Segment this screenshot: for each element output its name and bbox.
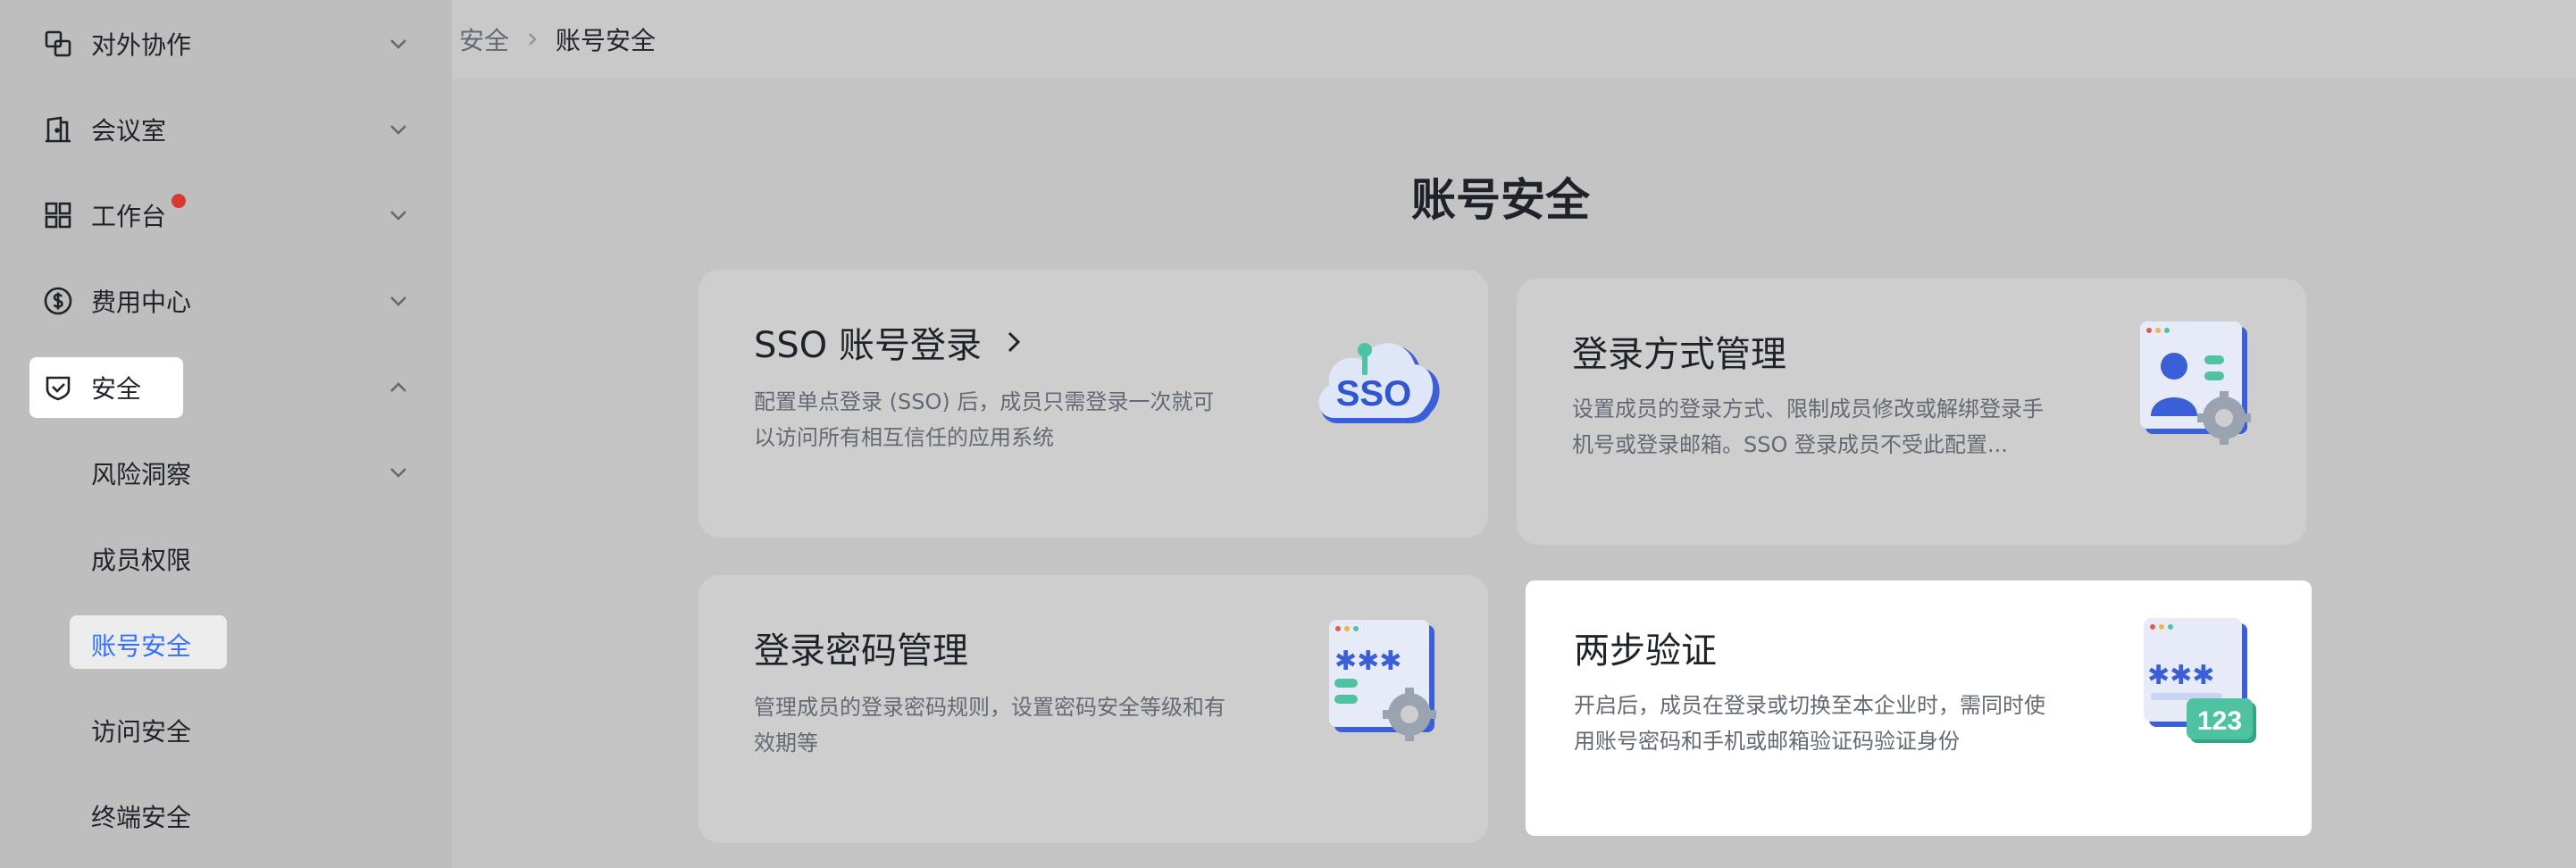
svg-text:SSO: SSO [1336,374,1411,413]
sidebar-item-label: 费用中心 [91,288,192,317]
sidebar: 对外协作 会议室 工作台 费用中心 安全 风险洞察 成员权限 账号安全 访问安全… [0,0,452,868]
card-description: 设置成员的登录方式、限制成员修改或解绑登录手机号或登录邮箱。SSO 登录成员不受… [1572,396,2044,457]
chevron-right-icon [1008,331,1021,353]
sidebar-subitem-account-security[interactable]: 账号安全 [91,627,191,663]
card-title: 登录方式管理 [1572,325,1786,377]
card-description: 配置单点登录 (SSO) 后，成员只需登录一次就可以访问所有相互信任的应用系统 [754,389,1215,450]
chevron-right-icon [523,30,541,48]
sidebar-item-meeting-room[interactable]: 会议室 [30,98,423,161]
sidebar-subitem-endpoint-security[interactable]: 终端安全 [91,798,191,834]
breadcrumb: 安全 账号安全 [459,21,656,57]
sso-cloud-icon: SSO [1318,343,1440,423]
sidebar-subitem-risk-insight[interactable]: 风险洞察 [91,455,191,491]
chevron-down-icon[interactable] [386,460,411,485]
sidebar-subitem-label: 访问安全 [91,717,192,747]
card-title-text: 登录方式管理 [1572,334,1786,375]
sidebar-item-workbench[interactable]: 工作台 [30,184,423,246]
workbench-grid-icon [43,200,73,230]
sidebar-subitem-label: 成员权限 [91,546,192,575]
breadcrumb-current: 账号安全 [556,26,657,55]
card-title: 两步验证 [1574,622,1717,673]
billing-dollar-icon [43,286,73,316]
notification-badge [171,194,186,208]
svg-text:✱✱✱: ✱✱✱ [2147,660,2214,691]
chevron-down-icon[interactable] [386,288,411,313]
card-title: SSO 账号登录 [754,316,1026,368]
two-step-badge-text: 123 [2197,706,2242,736]
sidebar-item-billing[interactable]: 费用中心 [30,270,423,332]
app-frame: 对外协作 会议室 工作台 费用中心 安全 风险洞察 成员权限 账号安全 访问安全… [0,0,2576,868]
chevron-up-icon[interactable] [386,375,411,400]
sidebar-item-external-collab[interactable]: 对外协作 [30,13,423,75]
sidebar-item-label: 对外协作 [91,30,192,60]
login-method-card[interactable]: 登录方式管理 设置成员的登录方式、限制成员修改或解绑登录手机号或登录邮箱。SSO… [1517,279,2306,545]
sidebar-subitem-label: 终端安全 [91,803,192,832]
page-title: 账号安全 [1411,174,1590,226]
card-title-text: 登录密码管理 [754,630,968,672]
card-description: 管理成员的登录密码规则，设置密码安全等级和有效期等 [754,695,1225,755]
sidebar-item-label: 工作台 [91,202,167,231]
meeting-room-icon [43,114,73,145]
card-description: 开启后，成员在登录或切换至本企业时，需同时使用账号密码和手机或邮箱验证码验证身份 [1574,693,2045,754]
sso-login-card[interactable]: SSO 账号登录 配置单点登录 (SSO) 后，成员只需登录一次就可以访问所有相… [698,270,1488,538]
svg-text:✱✱✱: ✱✱✱ [1334,646,1401,677]
sidebar-item-label: 会议室 [91,116,167,146]
sidebar-subitem-access-security[interactable]: 访问安全 [91,713,191,748]
chevron-down-icon[interactable] [386,203,411,228]
password-management-card[interactable]: 登录密码管理 管理成员的登录密码规则，设置密码安全等级和有效期等 ✱✱✱ [698,575,1488,843]
card-title-text: SSO 账号登录 [754,325,982,366]
sidebar-subitem-label: 账号安全 [91,631,192,661]
chevron-down-icon[interactable] [386,31,411,56]
sidebar-subitem-member-permissions[interactable]: 成员权限 [91,541,191,577]
two-step-verification-card[interactable]: 两步验证 开启后，成员在登录或切换至本企业时，需同时使用账号密码和手机或邮箱验证… [1526,580,2312,836]
card-title-text: 两步验证 [1574,630,1717,672]
sidebar-item-security[interactable]: 安全 [30,356,423,419]
shield-check-icon [43,372,73,403]
sidebar-item-label: 安全 [91,374,142,404]
card-title: 登录密码管理 [754,622,968,673]
password-settings-icon: ✱✱✱ [1329,620,1436,741]
two-step-123-icon: ✱✱✱ 123 [2144,618,2256,743]
sidebar-subitem-label: 风险洞察 [91,460,192,489]
user-settings-icon [2140,321,2251,445]
external-collab-icon [43,29,73,59]
breadcrumb-parent-link[interactable]: 安全 [459,21,509,57]
chevron-down-icon[interactable] [386,117,411,142]
